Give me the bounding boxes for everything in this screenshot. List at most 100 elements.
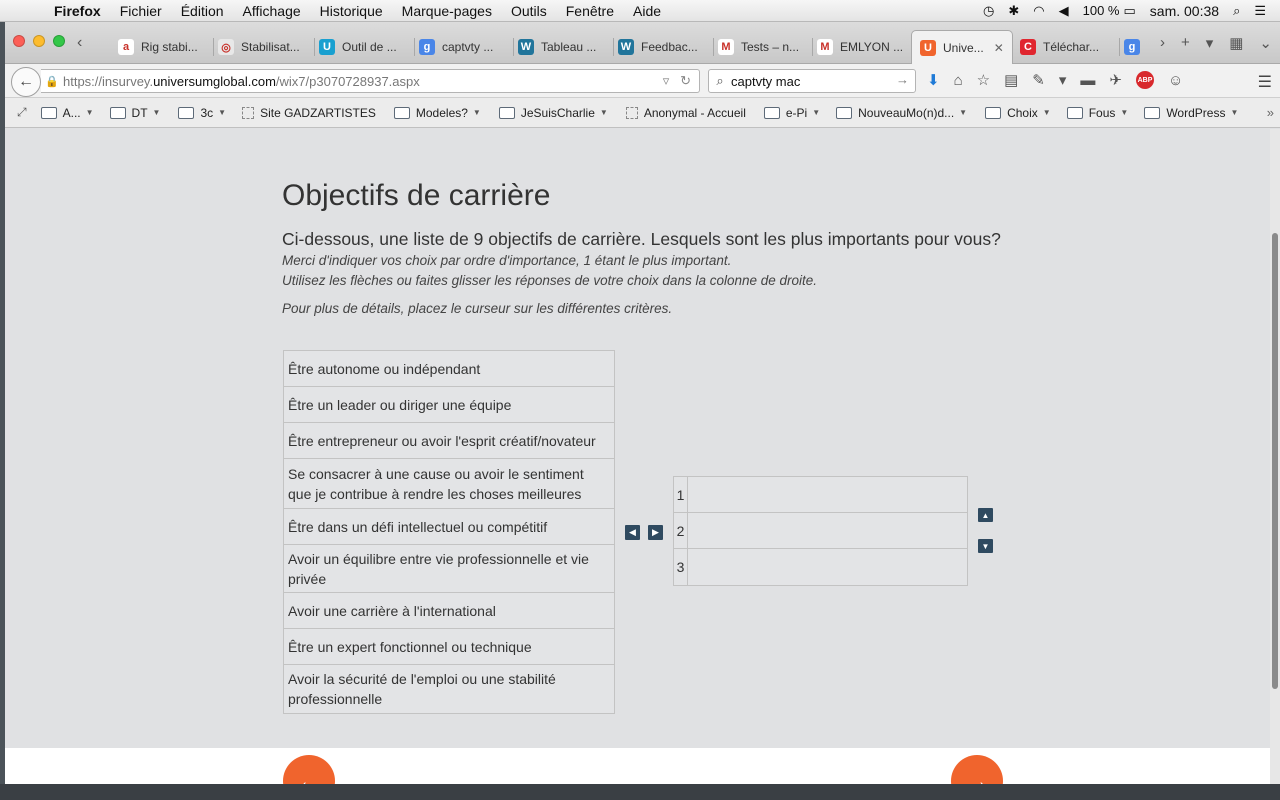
tab[interactable]: g	[1124, 34, 1142, 60]
bookmark-star-icon[interactable]: ☆	[977, 71, 990, 89]
bookmark-item[interactable]: Anonymal - Accueil	[625, 106, 746, 120]
bookmark-item[interactable]: Site GADZARTISTES	[242, 106, 376, 120]
menu-edition[interactable]: Édition	[181, 3, 224, 19]
previous-page-button[interactable]: ←	[283, 755, 335, 784]
tab[interactable]: W Feedbac...	[618, 34, 713, 60]
close-tab-icon[interactable]: ✕	[994, 41, 1004, 55]
search-bar[interactable]: ⌕ captvty mac →	[708, 69, 916, 93]
move-down-button[interactable]: ▼	[978, 539, 993, 553]
bookmark-label: Site GADZARTISTES	[260, 105, 376, 120]
tab[interactable]: a Rig stabi...	[118, 34, 213, 60]
tab[interactable]: g captvty ...	[419, 34, 514, 60]
menu-app-name[interactable]: Firefox	[54, 3, 101, 19]
tabs-scroll-left-icon[interactable]: ‹	[77, 34, 82, 52]
reload-icon[interactable]: ↻	[680, 73, 691, 88]
back-button[interactable]: ←	[11, 67, 41, 97]
zoom-window-button[interactable]	[53, 35, 65, 47]
bookmark-item[interactable]: e-Pi ▼	[763, 106, 820, 120]
scrollbar-thumb[interactable]	[1272, 233, 1278, 689]
move-right-button[interactable]: ▶	[648, 525, 663, 540]
tab-groups-icon[interactable]: ▦	[1229, 34, 1243, 52]
menu-outils[interactable]: Outils	[511, 3, 547, 19]
notification-center-icon[interactable]: ☰	[1254, 3, 1266, 19]
clock[interactable]: sam. 00:38	[1150, 3, 1219, 19]
rank-row: 3	[674, 549, 967, 585]
tab[interactable]: M EMLYON ...	[817, 34, 907, 60]
search-icon[interactable]: ⌕	[709, 73, 731, 89]
rank-row: 1	[674, 477, 967, 513]
volume-icon[interactable]: ◀	[1059, 3, 1069, 19]
send-icon[interactable]: ✈	[1109, 71, 1122, 89]
menu-icon[interactable]: ☰	[1258, 72, 1272, 92]
bookmarks-toolbar: ⤢ A... ▼ DT ▼ 3c ▼ Site GADZARTISTES Modeles? ▼ J…	[5, 98, 1280, 128]
tab[interactable]: C Téléchar...	[1020, 34, 1120, 60]
time-machine-icon[interactable]: ◷	[983, 3, 994, 19]
bookmarks-overflow-icon[interactable]: »	[1267, 105, 1274, 120]
close-window-button[interactable]	[13, 35, 25, 47]
tab-active[interactable]: U Unive... ✕	[911, 30, 1013, 64]
bookmark-item[interactable]: DT ▼	[109, 106, 160, 120]
career-goal-option[interactable]: Être un leader ou diriger une équipe	[284, 387, 614, 423]
bookmark-item[interactable]: Choix ▼	[985, 106, 1051, 120]
rank-drop-slot[interactable]	[688, 477, 967, 512]
menu-aide[interactable]: Aide	[633, 3, 661, 19]
lock-icon[interactable]: 🔒	[41, 75, 63, 88]
rank-drop-slot[interactable]	[688, 549, 967, 585]
career-goal-option[interactable]: Être dans un défi intellectuel ou compét…	[284, 509, 614, 545]
menu-fichier[interactable]: Fichier	[120, 3, 162, 19]
ruler-icon[interactable]: ▬	[1080, 72, 1095, 89]
tabs-scroll-right-icon[interactable]: ›	[1160, 34, 1165, 52]
history-dropdown-icon[interactable]: ▿	[663, 73, 670, 88]
url-bar[interactable]: 🔒 https://insurvey. universumglobal.com/w…	[41, 69, 700, 93]
downloads-icon[interactable]: ⬇	[927, 71, 940, 89]
menu-marque-pages[interactable]: Marque-pages	[402, 3, 492, 19]
developer-tools-icon[interactable]: ✎	[1032, 71, 1045, 89]
career-goal-option[interactable]: Être un expert fonctionnel ou technique	[284, 629, 614, 665]
menu-affichage[interactable]: Affichage	[243, 3, 301, 19]
bluetooth-icon[interactable]: ✱	[1008, 3, 1019, 19]
bookmark-item[interactable]: Modeles? ▼	[393, 106, 481, 120]
chevron-down-icon: ▼	[85, 108, 94, 117]
tab-list-dropdown-icon[interactable]: ▾	[1206, 34, 1214, 52]
career-goal-option[interactable]: Être entrepreneur ou avoir l'esprit créa…	[284, 423, 614, 459]
menu-historique[interactable]: Historique	[320, 3, 383, 19]
tab[interactable]: U Outil de ...	[319, 34, 414, 60]
vertical-scrollbar[interactable]	[1270, 129, 1280, 784]
tab[interactable]: M Tests – n...	[718, 34, 813, 60]
career-goal-option[interactable]: Avoir un équilibre entre vie professionn…	[284, 545, 614, 593]
adblock-icon[interactable]: ABP	[1135, 71, 1154, 89]
tab[interactable]: ◎ Stabilisat...	[218, 34, 313, 60]
career-goal-option[interactable]: Avoir la sécurité de l'emploi ou une sta…	[284, 665, 614, 713]
career-goal-option[interactable]: Se consacrer à une cause ou avoir le sen…	[284, 459, 614, 509]
toolbar-overflow-icon[interactable]: ▾	[1059, 71, 1067, 89]
battery-status[interactable]: 100 % ▭	[1083, 3, 1136, 19]
bookmarks-expand-icon[interactable]: ⤢	[17, 105, 27, 120]
next-page-button[interactable]: →	[951, 755, 1003, 784]
folder-icon	[763, 106, 780, 119]
career-goal-option[interactable]: Être autonome ou indépendant	[284, 351, 614, 387]
career-goal-option[interactable]: Avoir une carrière à l'international	[284, 593, 614, 629]
wifi-icon[interactable]: ◠	[1033, 3, 1044, 19]
bookmark-item[interactable]: JeSuisCharlie ▼	[498, 106, 608, 120]
bookmark-item[interactable]: 3c ▼	[178, 106, 226, 120]
rank-drop-slot[interactable]	[688, 513, 967, 548]
move-up-button[interactable]: ▲	[978, 508, 993, 522]
home-icon[interactable]: ⌂	[954, 72, 963, 89]
reading-list-icon[interactable]: ▤	[1004, 71, 1018, 89]
tab-tools-chevron-icon[interactable]: ⌄	[1259, 34, 1272, 52]
chat-icon[interactable]: ☺	[1168, 72, 1183, 89]
search-go-icon[interactable]: →	[896, 72, 909, 87]
tab-separator	[414, 38, 415, 56]
bookmark-item[interactable]: NouveauMo(n)d... ▼	[836, 106, 967, 120]
folder-icon	[1144, 106, 1161, 119]
bookmark-item[interactable]: A... ▼	[40, 106, 94, 120]
move-left-button[interactable]: ◀	[625, 525, 640, 540]
bookmark-item[interactable]: WordPress ▼	[1144, 106, 1238, 120]
tab[interactable]: W Tableau ...	[518, 34, 613, 60]
menu-fenetre[interactable]: Fenêtre	[566, 3, 614, 19]
bookmark-item[interactable]: Fous ▼	[1066, 106, 1128, 120]
new-tab-icon[interactable]: +	[1181, 34, 1190, 52]
battery-percent: 100 %	[1082, 3, 1120, 18]
spotlight-icon[interactable]: ⌕	[1233, 3, 1240, 19]
minimize-window-button[interactable]	[33, 35, 45, 47]
